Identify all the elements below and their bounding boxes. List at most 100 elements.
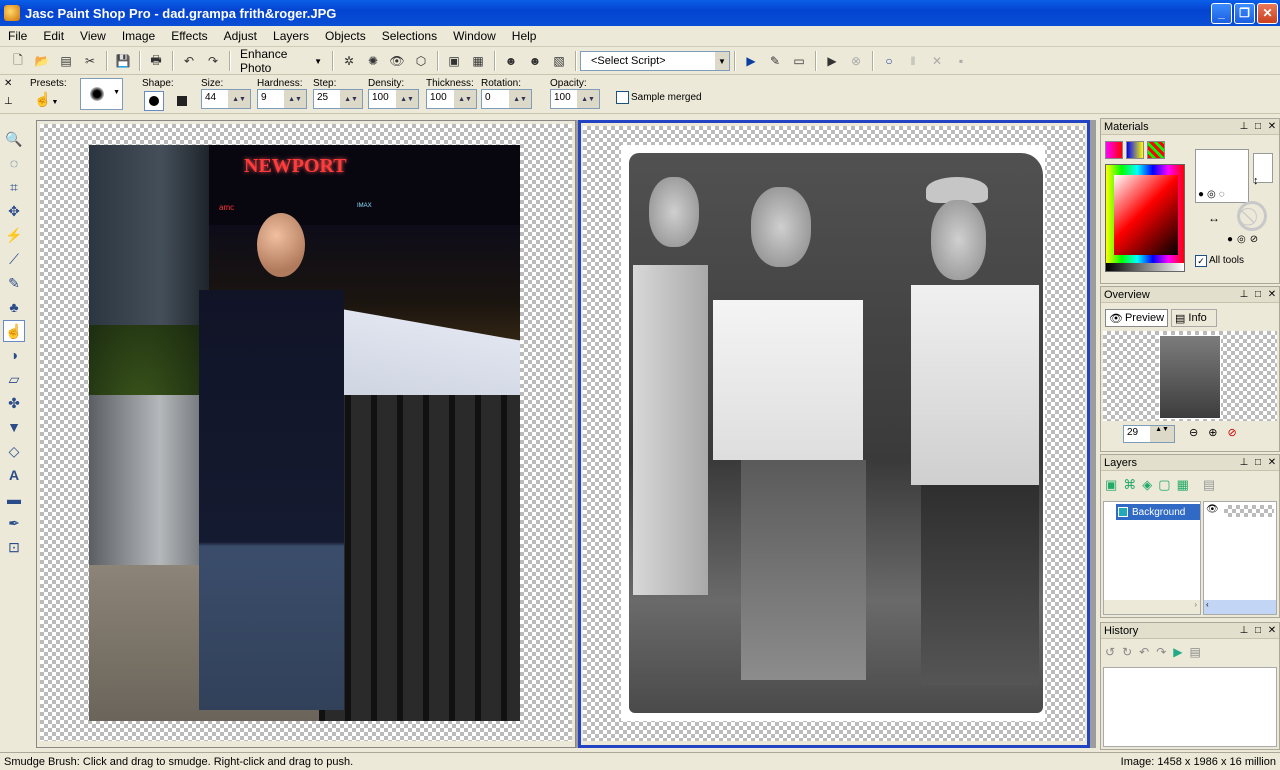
stop-icon[interactable]: ✕ <box>927 51 947 71</box>
photo-old-portrait[interactable] <box>621 145 1045 721</box>
document-window-1[interactable]: NEWPORT amc IMAX <box>36 120 576 748</box>
pin-icon[interactable]: ⊥ <box>1237 457 1251 468</box>
zoom-reset-icon[interactable]: ⊘ <box>1227 426 1236 439</box>
auto-fix-icon[interactable]: ✲ <box>339 51 359 71</box>
spinner-arrows-icon[interactable]: ▲▼ <box>340 90 362 108</box>
layers-list-scrollbar[interactable]: › <box>1104 600 1200 614</box>
spinner-arrows-icon[interactable]: ▲▼ <box>228 90 250 108</box>
browse-icon[interactable]: ▤ <box>56 51 76 71</box>
user-orange-icon[interactable]: ☻ <box>525 51 545 71</box>
open-file-icon[interactable]: 📂 <box>32 51 52 71</box>
menu-adjust[interactable]: Adjust <box>216 29 265 43</box>
magic-wand-tool-icon[interactable]: ⚡ <box>3 224 25 246</box>
menu-image[interactable]: Image <box>114 29 163 43</box>
new-file-icon[interactable]: 🗋 <box>8 51 28 71</box>
size-input[interactable]: 44 ▲▼ <box>201 89 251 109</box>
redo-icon[interactable]: ↷ <box>1156 645 1166 659</box>
color-picker-field[interactable] <box>1114 175 1178 255</box>
step-input[interactable]: 25 ▲▼ <box>313 89 363 109</box>
move-tool-icon[interactable]: ✥ <box>3 200 25 222</box>
density-input[interactable]: 100 ▲▼ <box>368 89 419 109</box>
smudge-preset-icon[interactable]: ☝▼ <box>34 91 62 111</box>
zoom-in-icon[interactable]: ⊕ <box>1208 426 1217 439</box>
crop-tool-icon[interactable]: ⌗ <box>3 176 25 198</box>
hardness-input[interactable]: 9 ▲▼ <box>257 89 307 109</box>
pin-icon[interactable]: ⊥ <box>4 96 13 107</box>
color-style-icon[interactable]: ● <box>1227 234 1233 245</box>
pin-icon[interactable]: ⊥ <box>1237 625 1251 636</box>
maximize-icon[interactable]: □ <box>1251 289 1265 300</box>
text-tool-icon[interactable]: A <box>3 464 25 486</box>
zoom-out-icon[interactable]: ⊖ <box>1189 426 1198 439</box>
new-adjustment-layer-icon[interactable]: ◈ <box>1142 477 1152 493</box>
warp-tool-icon[interactable]: ⊡ <box>3 536 25 558</box>
new-mask-layer-icon[interactable]: ▢ <box>1158 477 1170 493</box>
zoom-tool-icon[interactable]: 🔍 <box>3 128 25 150</box>
user-green-icon[interactable]: ☻ <box>501 51 521 71</box>
menu-help[interactable]: Help <box>504 29 545 43</box>
close-icon[interactable]: ✕ <box>1265 625 1279 636</box>
select-script-dropdown[interactable]: <Select Script> ▼ <box>580 51 730 71</box>
none-style-icon[interactable]: ⊘ <box>1250 234 1258 245</box>
all-tools-checkbox[interactable]: ✓ <box>1195 255 1207 267</box>
cancel-script-icon[interactable]: ⊗ <box>846 51 866 71</box>
color-style-icon[interactable]: ● <box>1198 189 1204 200</box>
close-button[interactable]: ✕ <box>1257 2 1278 24</box>
clone-tool-icon[interactable]: ♣ <box>3 296 25 318</box>
run-selected-icon[interactable]: ▶ <box>822 51 842 71</box>
undo-icon[interactable]: ↶ <box>1139 645 1149 659</box>
minimize-button[interactable]: _ <box>1211 2 1232 24</box>
gradient-tab-icon[interactable] <box>1126 141 1144 159</box>
undo-icon[interactable]: ↶ <box>179 51 199 71</box>
clear-history-icon[interactable]: ▤ <box>1189 645 1200 659</box>
airbrush-tool-icon[interactable]: ▼ <box>3 416 25 438</box>
frame-tab-icon[interactable] <box>1105 141 1123 159</box>
spinner-arrows-icon[interactable]: ▲▼ <box>509 90 531 108</box>
close-icon[interactable]: ✕ <box>1265 289 1279 300</box>
edit-script-icon[interactable]: ✎ <box>765 51 785 71</box>
layer-properties-icon[interactable]: ▦ <box>1177 477 1189 493</box>
save-icon[interactable]: 💾 <box>113 51 133 71</box>
restore-button[interactable]: ❐ <box>1234 2 1255 24</box>
layer-background-row[interactable]: Background <box>1116 504 1200 520</box>
color-picker-hue[interactable] <box>1105 164 1185 272</box>
red-eye-icon[interactable]: 👁 <box>387 51 407 71</box>
enhance-photo-menu[interactable]: Enhance Photo ▼ <box>234 47 328 75</box>
tab-info[interactable]: ▤ Info <box>1171 309 1217 327</box>
maximize-icon[interactable]: □ <box>1251 625 1265 636</box>
menu-file[interactable]: File <box>0 29 35 43</box>
opacity-input[interactable]: 100 ▲▼ <box>550 89 600 109</box>
visibility-eye-icon[interactable]: 👁 <box>1206 504 1219 515</box>
grayscale-strip[interactable] <box>1106 263 1184 271</box>
menu-view[interactable]: View <box>72 29 114 43</box>
menu-objects[interactable]: Objects <box>317 29 374 43</box>
object-icon[interactable]: ⬡ <box>411 51 431 71</box>
swatches-tab-icon[interactable] <box>1147 141 1165 159</box>
portrait-icon[interactable]: ▣ <box>444 51 464 71</box>
rectangle-tool-icon[interactable]: ▬ <box>3 488 25 510</box>
pause-icon[interactable]: ‖ <box>903 51 923 71</box>
paint-brush-tool-icon[interactable]: ✎ <box>3 272 25 294</box>
clarify-icon[interactable]: ✺ <box>363 51 383 71</box>
new-vector-layer-icon[interactable]: ⌘ <box>1123 477 1136 493</box>
transparent-icon[interactable]: ⃠ <box>1237 201 1267 231</box>
overview-thumbnail[interactable] <box>1159 335 1221 419</box>
pen-tool-icon[interactable]: ✒ <box>3 512 25 534</box>
run-script-icon[interactable]: ▶ <box>741 51 761 71</box>
maximize-icon[interactable]: □ <box>1251 457 1265 468</box>
save-script-icon[interactable]: ▪ <box>951 51 971 71</box>
redo-icon[interactable]: ↷ <box>203 51 223 71</box>
tab-preview[interactable]: 👁 Preview <box>1105 309 1168 327</box>
spinner-arrows-icon[interactable]: ▲▼ <box>396 90 418 108</box>
spinner-arrows-icon[interactable]: ▲▼ <box>1150 426 1174 442</box>
script-output-icon[interactable]: ▭ <box>789 51 809 71</box>
brush-tip-preview[interactable]: ▼ <box>80 78 123 110</box>
image-icon[interactable]: ▧ <box>549 51 569 71</box>
undo-selected-icon[interactable]: ↺ <box>1105 645 1115 659</box>
sample-merged-checkbox[interactable] <box>616 91 629 104</box>
menu-selections[interactable]: Selections <box>374 29 445 43</box>
gradient-style-icon[interactable]: ◎ <box>1237 234 1246 245</box>
close-icon[interactable]: ✕ <box>1265 457 1279 468</box>
maximize-icon[interactable]: □ <box>1251 121 1265 132</box>
swap-materials-icon[interactable]: ↔ <box>1208 211 1220 225</box>
